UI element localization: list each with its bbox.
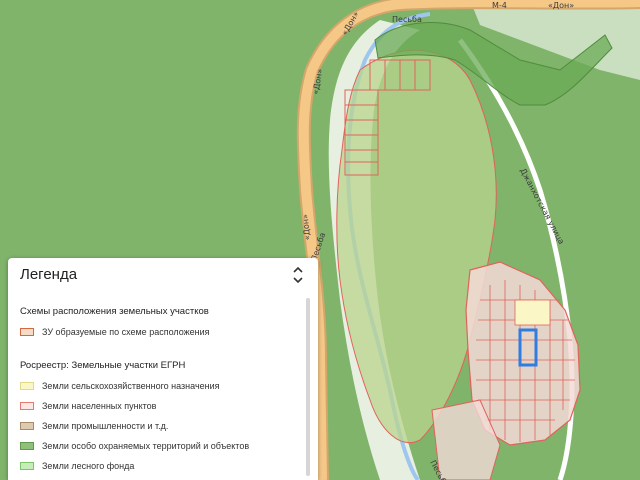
legend-header: Легенда — [8, 258, 318, 292]
legend-body[interactable]: Схемы расположения земельных участков ЗУ… — [8, 298, 318, 480]
label-river-top: Песьба — [392, 15, 422, 24]
chevron-updown-icon[interactable] — [290, 264, 306, 286]
legend-swatch — [20, 382, 34, 390]
legend-item-label: Земли особо охраняемых территорий и объе… — [42, 441, 250, 451]
legend-scrollbar[interactable] — [306, 298, 310, 476]
legend-swatch — [20, 328, 34, 336]
legend-item-label: Земли населенных пунктов — [42, 401, 157, 411]
legend-swatch — [20, 402, 34, 410]
legend-panel: Легенда Схемы расположения земельных уча… — [8, 258, 318, 480]
legend-item: Земли особо охраняемых территорий и объе… — [20, 440, 249, 452]
label-m4: М-4 — [492, 1, 507, 10]
legend-swatch — [20, 462, 34, 470]
legend-item: ЗУ образуемые по схеме расположения — [20, 326, 210, 338]
legend-item-label: ЗУ образуемые по схеме расположения — [42, 327, 210, 337]
legend-item-label: Земли промышленности и т.д. — [42, 421, 169, 431]
legend-swatch — [20, 442, 34, 450]
legend-item: Земли лесного фонда — [20, 460, 134, 472]
legend-swatch — [20, 422, 34, 430]
legend-item-label: Земли сельскохозяйственного назначения — [42, 381, 220, 391]
legend-section-title: Росреестр: Земельные участки ЕГРН — [20, 360, 186, 371]
legend-item-label: Земли лесного фонда — [42, 461, 135, 471]
legend-title: Легенда — [20, 266, 78, 283]
agricultural-plot[interactable] — [514, 299, 551, 326]
legend-section-title: Схемы расположения земельных участков — [20, 306, 209, 317]
legend-item: Земли сельскохозяйственного назначения — [20, 380, 220, 392]
legend-item: Земли населенных пунктов — [20, 400, 156, 412]
label-don-4: «Дон» — [548, 1, 574, 10]
legend-item: Земли промышленности и т.д. — [20, 420, 168, 432]
